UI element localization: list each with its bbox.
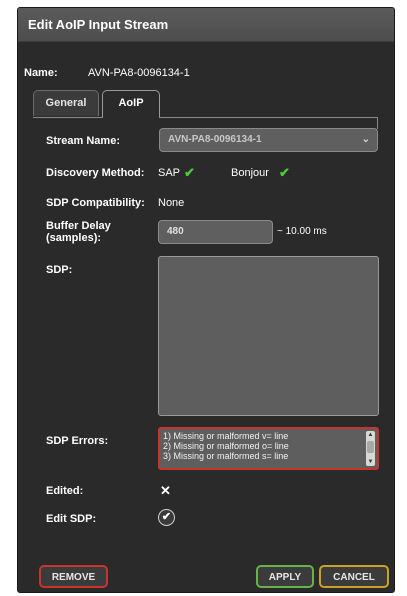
discovery-bonjour: Bonjour [231, 167, 269, 179]
stream-name-label: Stream Name: [46, 135, 120, 147]
edit-sdp-checkbox[interactable]: ✔ [158, 509, 175, 526]
buffer-delay-label-line2: (samples): [46, 232, 102, 244]
sdp-label: SDP: [46, 264, 73, 276]
sdp-compatibility-value: None [158, 197, 185, 209]
edit-sdp-label: Edit SDP: [46, 513, 97, 525]
tab-aoip[interactable]: AoIP [102, 90, 160, 118]
buffer-delay-label: Buffer Delay [46, 220, 111, 232]
edit-aoip-dialog: Edit AoIP Input Stream Name: AVN-PA8-009… [17, 7, 395, 593]
stream-name-select[interactable]: AVN-PA8-0096134-1 ⌄ [159, 128, 378, 152]
name-value: AVN-PA8-0096134-1 [88, 67, 190, 79]
scroll-down-icon[interactable]: ▼ [366, 458, 375, 466]
dialog-title: Edit AoIP Input Stream [28, 17, 169, 32]
tab-panel-edge [377, 117, 378, 129]
sdp-error-line: 1) Missing or malformed v= line [163, 431, 289, 441]
name-label: Name: [24, 67, 58, 79]
buffer-delay-input-edge [268, 220, 273, 244]
sdp-errors-scrollbar[interactable]: ▲ ▼ [366, 431, 375, 466]
tab-divider [33, 117, 378, 118]
sdp-error-line: 3) Missing or malformed s= line [163, 451, 289, 461]
tab-general[interactable]: General [33, 90, 99, 116]
dialog-titlebar: Edit AoIP Input Stream [18, 8, 394, 42]
scroll-up-icon[interactable]: ▲ [366, 431, 375, 439]
chevron-down-icon: ⌄ [361, 134, 370, 145]
sdp-errors-list[interactable]: 1) Missing or malformed v= line 2) Missi… [158, 427, 379, 470]
discovery-method-label: Discovery Method: [46, 167, 145, 179]
sdp-error-line: 2) Missing or malformed o= line [163, 441, 289, 451]
sdp-textarea[interactable] [158, 256, 379, 416]
buffer-delay-input[interactable]: 480 [158, 220, 269, 244]
sap-check-icon: ✔ [184, 165, 195, 180]
discovery-sap: SAP [158, 167, 181, 179]
cancel-button[interactable]: CANCEL [319, 565, 389, 588]
apply-button[interactable]: APPLY [256, 565, 314, 588]
edited-label: Edited: [46, 485, 84, 497]
sdp-errors-label: SDP Errors: [46, 435, 109, 447]
remove-button[interactable]: REMOVE [39, 565, 108, 588]
bonjour-check-icon: ✔ [279, 165, 290, 180]
buffer-delay-ms: ~ 10.00 ms [277, 226, 327, 237]
check-icon: ✔ [161, 511, 172, 523]
edited-x-icon: ✕ [160, 483, 171, 498]
scrollbar-thumb[interactable] [367, 441, 374, 453]
stream-name-value: AVN-PA8-0096134-1 [168, 134, 262, 145]
sdp-compatibility-label: SDP Compatibility: [46, 197, 145, 209]
sdp-errors-lines: 1) Missing or malformed v= line 2) Missi… [163, 431, 289, 461]
tab-divider-gap [103, 116, 159, 119]
